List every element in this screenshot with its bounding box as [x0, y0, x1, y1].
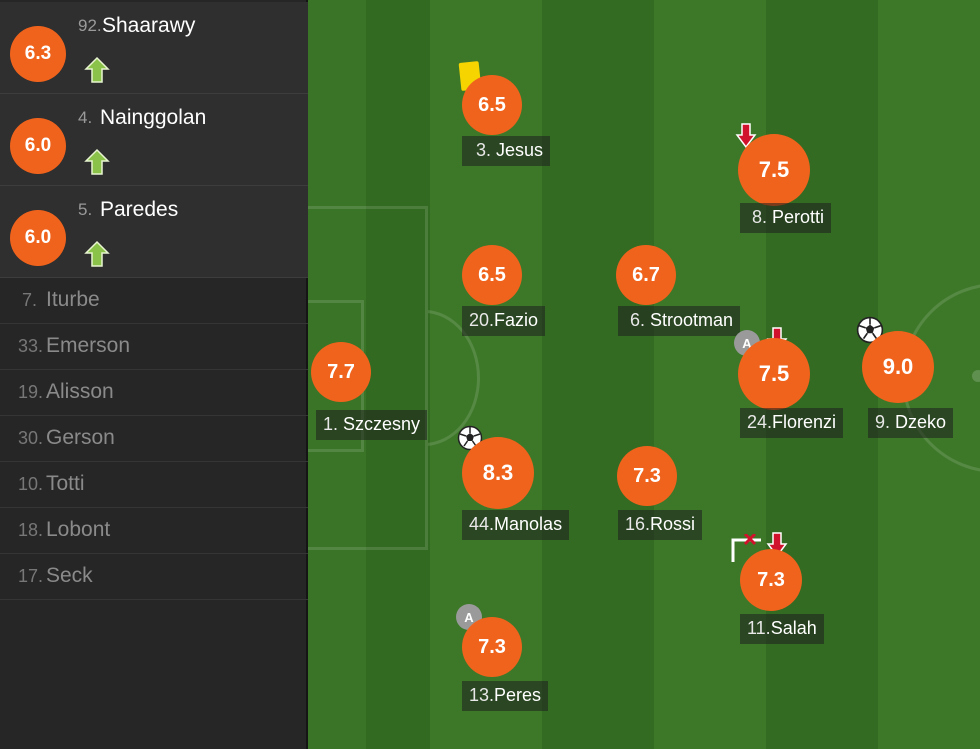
player-label[interactable]: 11.Salah: [740, 614, 824, 644]
player-number: 18.: [18, 520, 44, 540]
bench-row[interactable]: 33. Emerson: [0, 324, 308, 370]
substitutes-panel: 6.3 92. Shaarawy 6.0 4. Nainggolan 6.0 5…: [0, 0, 308, 749]
substitute-row[interactable]: 6.0 5. Paredes: [0, 186, 308, 278]
player-name: Shaarawy: [102, 14, 196, 37]
player-number: 20.: [469, 310, 495, 330]
bench-row[interactable]: 30. Gerson: [0, 416, 308, 462]
player-name: Florenzi: [772, 412, 837, 432]
player-rating-badge[interactable]: 6.5: [462, 245, 522, 305]
player-rating-badge[interactable]: 7.7: [311, 342, 371, 402]
sub-in-arrow-icon: [84, 56, 110, 83]
bench-row[interactable]: 19. Alisson: [0, 370, 308, 416]
player-name: Paredes: [100, 198, 179, 221]
player-number: 92.: [78, 16, 102, 35]
substitute-row[interactable]: 6.0 4. Nainggolan: [0, 94, 308, 186]
player-rating-badge[interactable]: 7.3: [740, 549, 802, 611]
pitch-stripe: [542, 0, 654, 749]
sub-in-arrow-icon: [84, 148, 110, 175]
player-name: Rossi: [650, 514, 696, 534]
player-name: Iturbe: [46, 288, 100, 311]
player-number: 3.: [476, 140, 492, 160]
player-name: Gerson: [46, 426, 115, 449]
player-rating-badge[interactable]: 7.5: [738, 338, 810, 410]
substitute-row[interactable]: 6.3 92. Shaarawy: [0, 2, 308, 94]
player-number: 33.: [18, 336, 44, 356]
bench-row[interactable]: 7. Iturbe: [0, 278, 308, 324]
player-rating-badge[interactable]: 7.3: [462, 617, 522, 677]
player-rating-badge: 6.0: [10, 210, 66, 266]
player-label[interactable]: 6. Strootman: [618, 306, 741, 336]
player-number: 9.: [875, 412, 891, 432]
player-number: 7.: [22, 290, 38, 310]
player-rating-badge[interactable]: 6.5: [462, 75, 522, 135]
player-number: 4.: [78, 108, 93, 127]
player-name: Dzeko: [895, 412, 947, 432]
bench-row[interactable]: 10. Totti: [0, 462, 308, 508]
player-rating-badge: 6.3: [10, 26, 66, 82]
player-name: Totti: [46, 472, 85, 495]
player-number: 11.: [747, 618, 771, 638]
player-number: 19.: [18, 382, 44, 402]
player-name: Jesus: [496, 140, 544, 160]
player-number: 16.: [625, 514, 651, 534]
player-name: Perotti: [772, 207, 825, 227]
player-label[interactable]: 16.Rossi: [618, 510, 703, 540]
player-number: 10.: [18, 474, 44, 494]
bench-row[interactable]: 18. Lobont: [0, 508, 308, 554]
player-name: Nainggolan: [100, 106, 207, 129]
player-label[interactable]: 20.Fazio: [462, 306, 546, 336]
player-label[interactable]: 9. Dzeko: [868, 408, 954, 438]
player-name: Emerson: [46, 334, 131, 357]
player-label[interactable]: 1. Szczesny: [316, 410, 428, 440]
center-spot: [972, 370, 980, 382]
player-name: Strootman: [650, 310, 734, 330]
player-number: 6.: [630, 310, 646, 330]
player-name: Seck: [46, 564, 93, 587]
player-label[interactable]: 44.Manolas: [462, 510, 570, 540]
player-name: Fazio: [494, 310, 539, 330]
player-name: Manolas: [494, 514, 563, 534]
player-label[interactable]: 8. Perotti: [740, 203, 832, 233]
player-rating-badge[interactable]: 6.7: [616, 245, 676, 305]
player-number: 13.: [469, 685, 495, 705]
player-name: Salah: [770, 618, 817, 638]
player-label[interactable]: 13.Peres: [462, 681, 549, 711]
player-number: 5.: [78, 200, 93, 219]
player-rating-badge[interactable]: 7.3: [617, 446, 677, 506]
bench-row[interactable]: 17. Seck: [0, 554, 308, 600]
player-label[interactable]: 3. Jesus: [462, 136, 551, 166]
player-name: Peres: [494, 685, 542, 705]
player-rating-badge[interactable]: 7.5: [738, 134, 810, 206]
player-rating-badge[interactable]: 8.3: [462, 437, 534, 509]
player-rating-badge[interactable]: 9.0: [862, 331, 934, 403]
player-number: 24.: [747, 412, 773, 432]
player-number: 8.: [752, 207, 768, 227]
player-name: Lobont: [46, 518, 111, 541]
player-name: Szczesny: [343, 414, 421, 434]
player-name: Alisson: [46, 380, 114, 403]
sub-in-arrow-icon: [84, 240, 110, 267]
player-number: 17.: [18, 566, 44, 586]
player-number: 30.: [18, 428, 44, 448]
player-number: 44.: [469, 514, 495, 534]
player-label[interactable]: 24.Florenzi: [740, 408, 844, 438]
player-number: 1.: [323, 414, 339, 434]
player-rating-badge: 6.0: [10, 118, 66, 174]
